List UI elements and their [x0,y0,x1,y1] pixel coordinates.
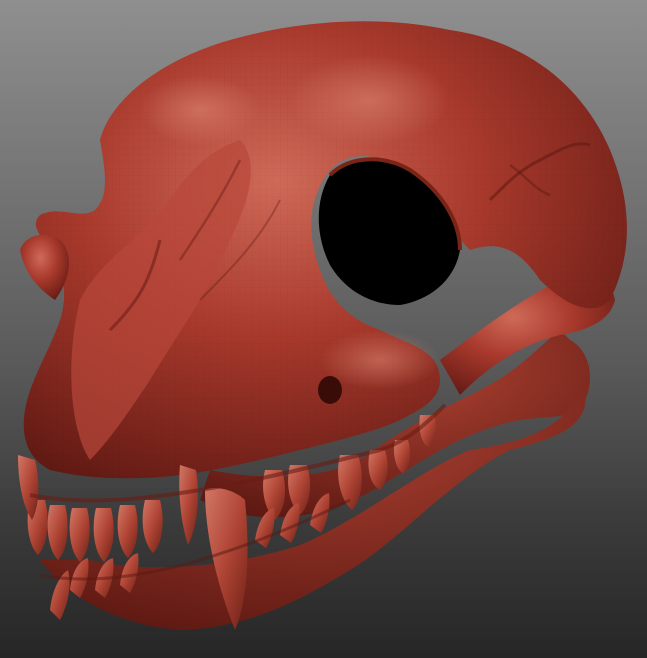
brow-highlight [290,55,450,145]
left-canine [18,455,39,520]
nose-lobe [20,234,70,300]
viewport-canvas[interactable] [0,0,647,658]
upper-incisors [27,500,163,562]
skull-render [18,21,627,630]
infraorbital-foramen [318,376,342,404]
